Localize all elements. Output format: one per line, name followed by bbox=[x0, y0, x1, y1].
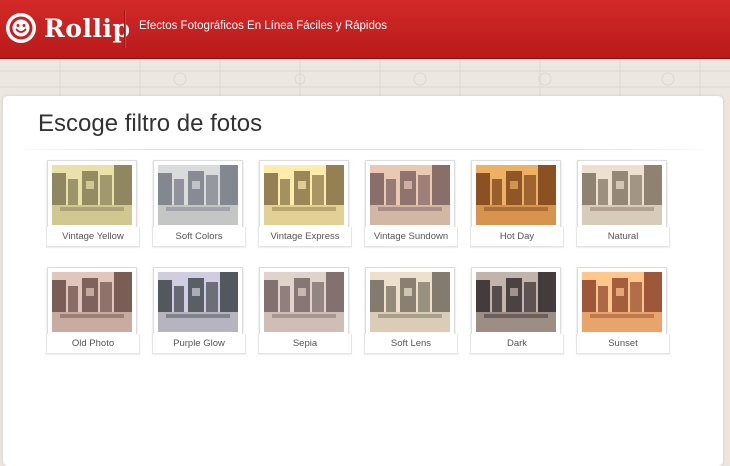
tagline: Efectos Fotográficos En Línea Fáciles y … bbox=[139, 20, 388, 32]
filter-preview-image bbox=[158, 272, 238, 332]
filter-thumbnail[interactable] bbox=[47, 267, 137, 337]
filter-preview-image bbox=[370, 165, 450, 225]
filter-thumbnail[interactable] bbox=[577, 160, 667, 230]
filter-thumbnail[interactable] bbox=[153, 267, 243, 337]
filter-label[interactable]: Soft Lens bbox=[364, 334, 458, 354]
filter-label[interactable]: Sepia bbox=[258, 334, 352, 354]
filter-preview-image bbox=[582, 272, 662, 332]
page-title: Escoge filtro de fotos bbox=[38, 110, 263, 137]
filter-preview-image bbox=[52, 165, 132, 225]
filter-label[interactable]: Purple Glow bbox=[152, 334, 246, 354]
filter-preview-image bbox=[158, 165, 238, 225]
filter-thumbnail[interactable] bbox=[47, 160, 137, 230]
filter-thumbnail[interactable] bbox=[471, 267, 561, 337]
camera-smile-icon bbox=[6, 13, 36, 43]
filter-panel: Escoge filtro de fotos Vintage Yellow Sof… bbox=[3, 96, 723, 466]
filter-label[interactable]: Vintage Express bbox=[258, 227, 352, 247]
filter-preview-image bbox=[370, 272, 450, 332]
filter-thumbnail[interactable] bbox=[577, 267, 667, 337]
filter-label[interactable]: Old Photo bbox=[46, 334, 140, 354]
header-divider bbox=[124, 10, 125, 48]
filter-thumbnail[interactable] bbox=[365, 267, 455, 337]
filter-preview-image bbox=[264, 165, 344, 225]
logo-text: Rollip bbox=[44, 13, 131, 43]
filter-thumbnail[interactable] bbox=[365, 160, 455, 230]
filter-preview-image bbox=[476, 165, 556, 225]
filter-thumbnail[interactable] bbox=[471, 160, 561, 230]
filter-label[interactable]: Sunset bbox=[576, 334, 670, 354]
filter-label[interactable]: Soft Colors bbox=[152, 227, 246, 247]
filter-label[interactable]: Dark bbox=[470, 334, 564, 354]
filter-label[interactable]: Natural bbox=[576, 227, 670, 247]
decorative-pattern bbox=[0, 59, 730, 99]
filter-thumbnail[interactable] bbox=[153, 160, 243, 230]
rollip-logo[interactable]: Rollip bbox=[5, 10, 130, 46]
filter-label[interactable]: Vintage Yellow bbox=[46, 227, 140, 247]
filter-thumbnail[interactable] bbox=[259, 267, 349, 337]
filter-label[interactable]: Hot Day bbox=[470, 227, 564, 247]
filter-preview-image bbox=[476, 272, 556, 332]
filter-preview-image bbox=[264, 272, 344, 332]
title-divider bbox=[23, 149, 703, 150]
filter-label[interactable]: Vintage Sundown bbox=[364, 227, 458, 247]
filter-thumbnail[interactable] bbox=[259, 160, 349, 230]
site-header: Rollip Efectos Fotográficos En Línea Fác… bbox=[0, 0, 730, 59]
filter-preview-image bbox=[52, 272, 132, 332]
filter-preview-image bbox=[582, 165, 662, 225]
